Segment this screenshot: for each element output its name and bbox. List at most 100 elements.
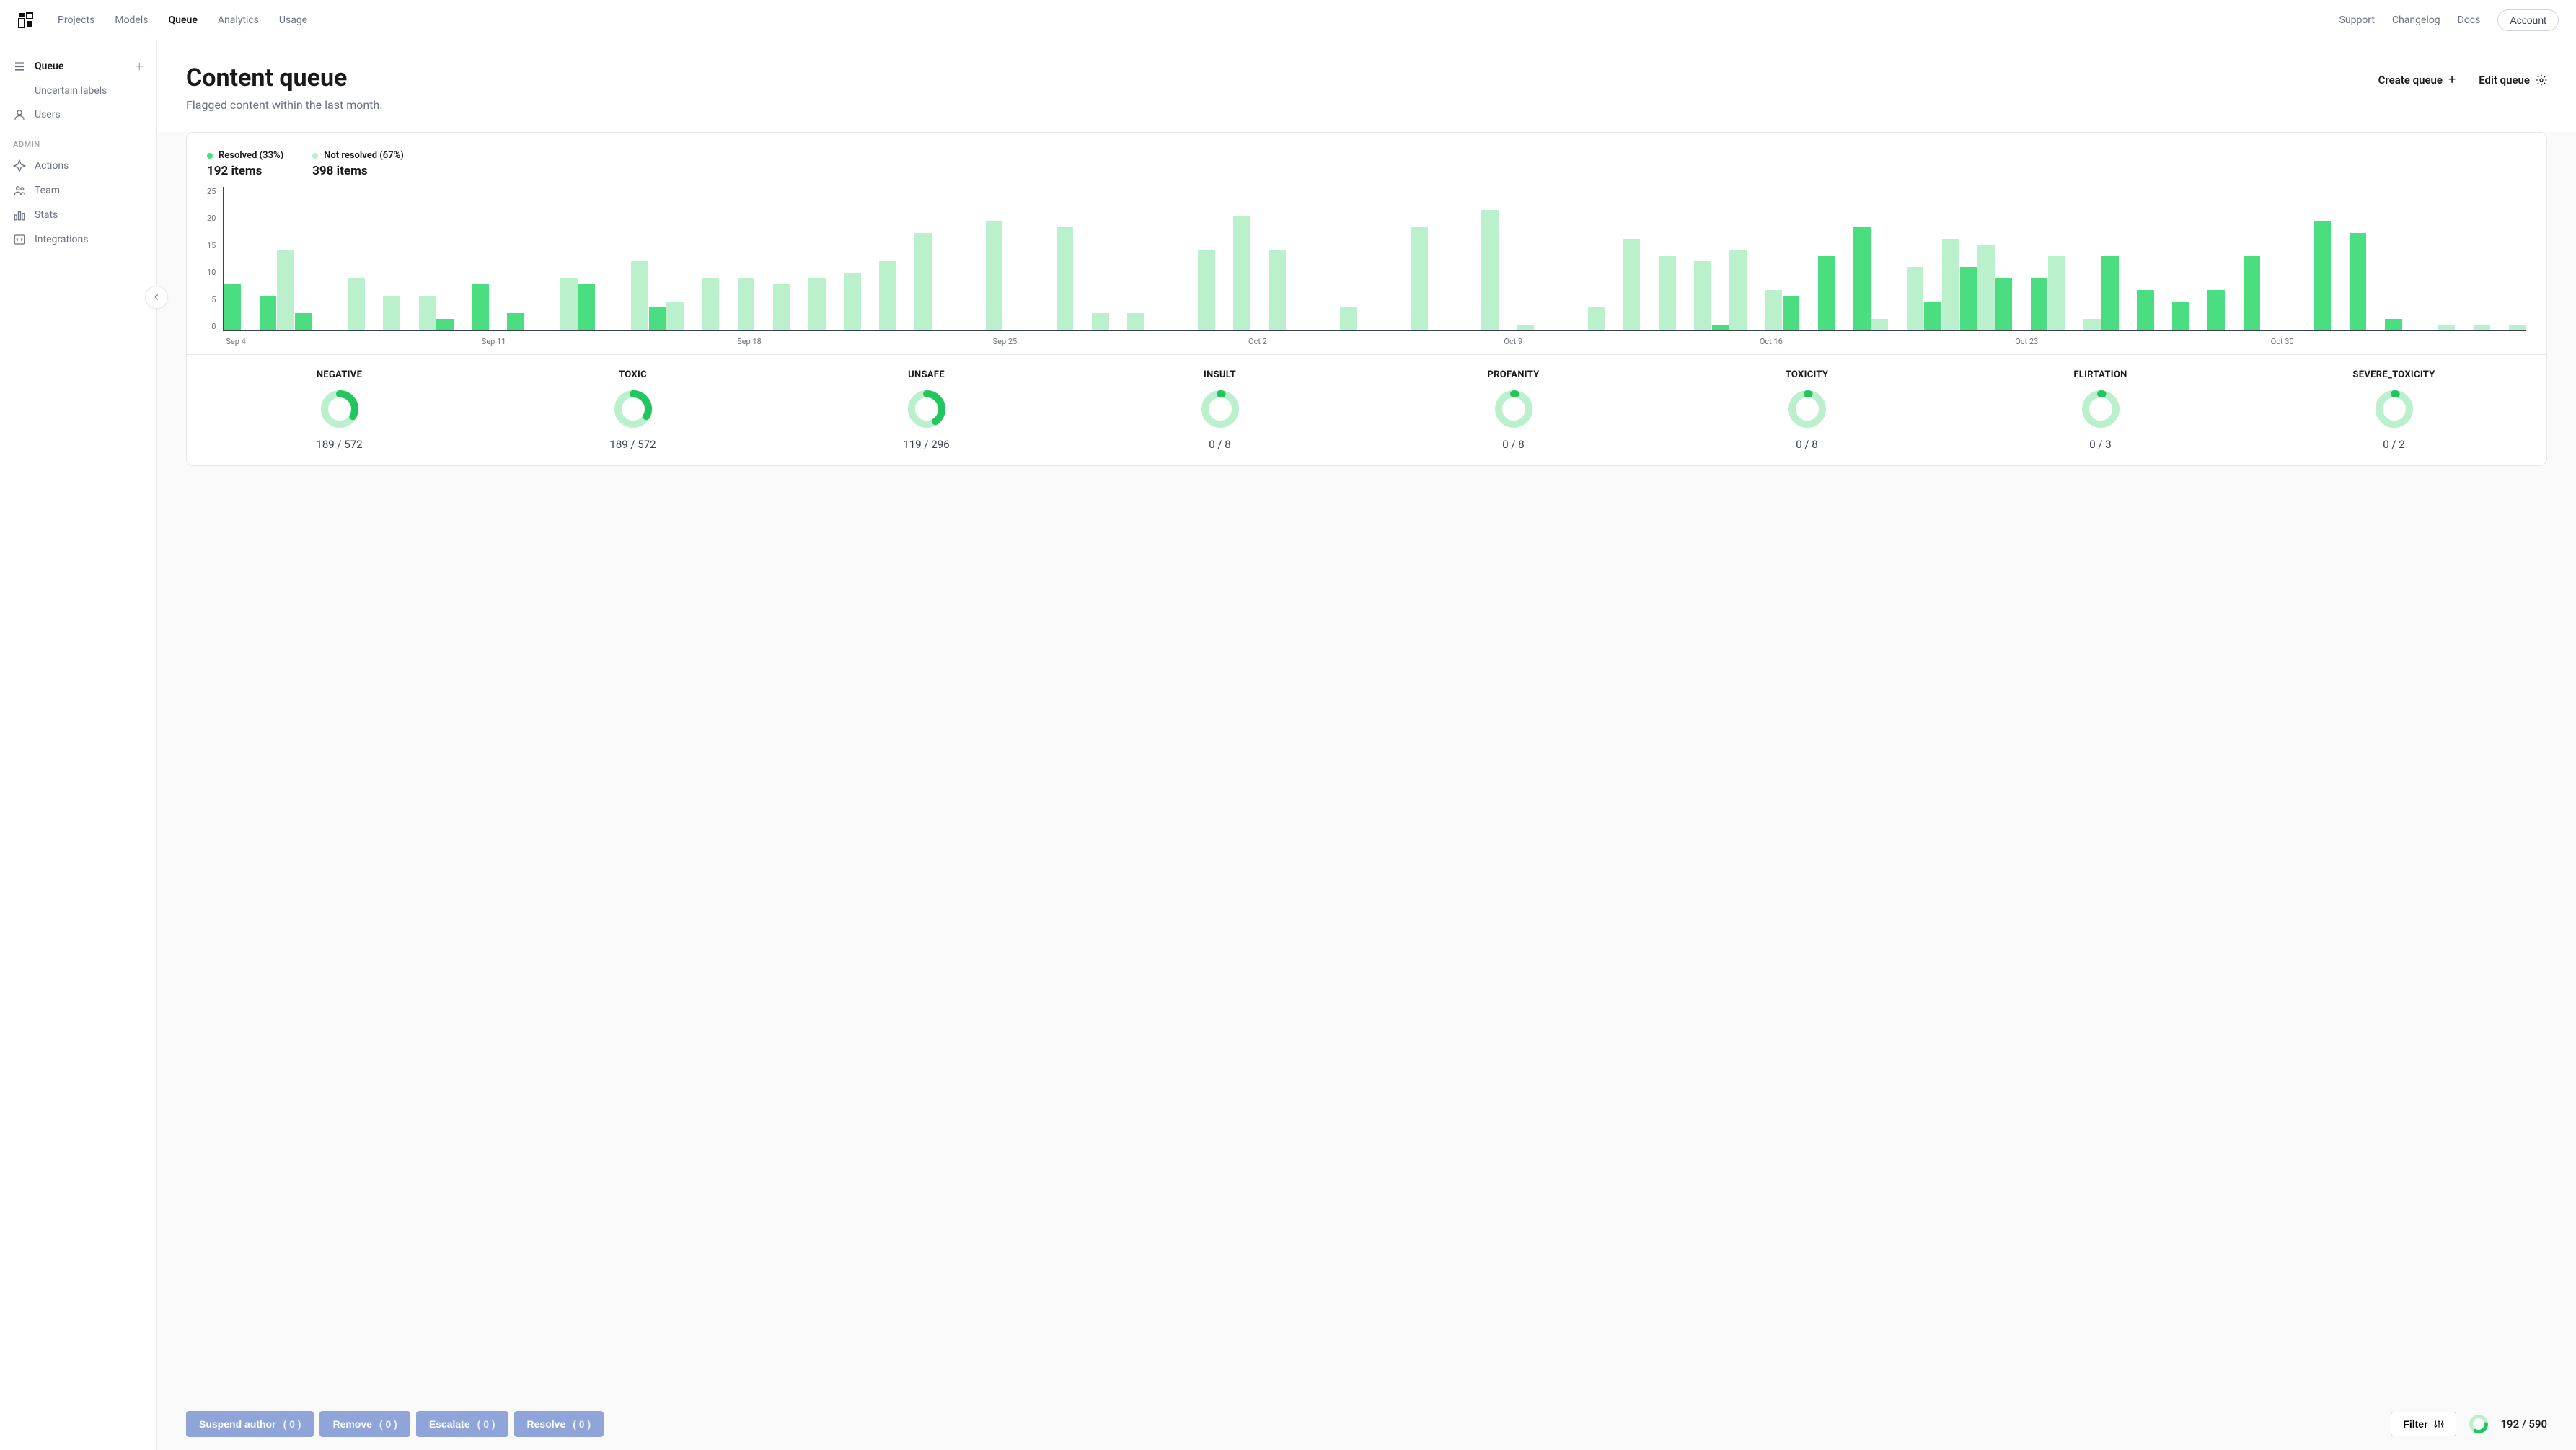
sidebar-queue-header[interactable]: Queue + xyxy=(0,53,156,79)
topnav-link-analytics[interactable]: Analytics xyxy=(218,14,259,26)
filter-button[interactable]: Filter xyxy=(2391,1412,2456,1436)
bar-group xyxy=(2207,187,2242,330)
topnav-link-projects[interactable]: Projects xyxy=(58,14,94,26)
bar-group xyxy=(295,187,330,330)
category-count: 0 / 8 xyxy=(1372,438,1654,451)
bar-group xyxy=(1605,187,1640,330)
bar-group xyxy=(1783,187,1817,330)
bar-group xyxy=(826,187,861,330)
bar-group xyxy=(1074,187,1108,330)
bar-group xyxy=(578,187,613,330)
category-profanity[interactable]: PROFANITY 0 / 8 xyxy=(1367,369,1660,451)
sidebar-item-team[interactable]: Team xyxy=(0,178,156,203)
bar-group xyxy=(1712,187,1747,330)
topnav-link-changelog[interactable]: Changelog xyxy=(2392,14,2440,26)
escalate-button[interactable]: Escalate( 0 ) xyxy=(416,1411,508,1437)
bar-group xyxy=(2350,187,2384,330)
bar-group xyxy=(1570,187,1605,330)
category-toxicity[interactable]: TOXICITY 0 / 8 xyxy=(1660,369,1954,451)
create-queue-button[interactable]: Create queue + xyxy=(2378,72,2456,87)
sidebar: Queue + Uncertain labelsUsers ADMIN Acti… xyxy=(0,40,157,1450)
topnav-link-models[interactable]: Models xyxy=(115,14,148,26)
bar-group xyxy=(1287,187,1321,330)
bar-group xyxy=(1145,187,1180,330)
main-content: Content queue Flagged content within the… xyxy=(157,40,2576,1450)
category-toxic[interactable]: TOXIC 189 / 572 xyxy=(486,369,780,451)
suspend-author-button[interactable]: Suspend author( 0 ) xyxy=(186,1411,314,1437)
category-label: INSULT xyxy=(1079,369,1361,380)
category-row: NEGATIVE 189 / 572TOXIC 189 / 572UNSAFE … xyxy=(187,354,2546,465)
plus-icon[interactable]: + xyxy=(136,58,144,75)
sidebar-item-stats[interactable]: Stats xyxy=(0,203,156,227)
topnav-links: Projects Models Queue Analytics Usage xyxy=(58,14,307,26)
bar-group xyxy=(472,187,506,330)
chart-area: 2520151050 Sep 4Sep 11Sep 18Sep 25Oct 2O… xyxy=(187,187,2546,354)
category-severe_toxicity[interactable]: SEVERE_TOXICITY 0 / 2 xyxy=(2247,369,2541,451)
bar-group xyxy=(862,187,896,330)
sidebar-item-label: Integrations xyxy=(35,234,88,245)
cursor-icon xyxy=(13,159,26,172)
donut-icon xyxy=(908,390,945,428)
bar-group xyxy=(1535,187,1569,330)
bar-group xyxy=(684,187,719,330)
bar-group xyxy=(2314,187,2349,330)
total-donut-icon xyxy=(2469,1415,2488,1433)
topnav-link-usage[interactable]: Usage xyxy=(279,14,307,26)
bar-group xyxy=(2491,187,2526,330)
sidebar-item-actions[interactable]: Actions xyxy=(0,154,156,178)
bar-group xyxy=(366,187,400,330)
bar-group xyxy=(932,187,967,330)
team-icon xyxy=(13,184,26,197)
category-count: 119 / 296 xyxy=(785,438,1067,451)
resolve-button[interactable]: Resolve( 0 ) xyxy=(514,1411,604,1437)
bar-group xyxy=(260,187,294,330)
bar-group xyxy=(614,187,648,330)
bottom-bar: Suspend author( 0 )Remove( 0 )Escalate( … xyxy=(157,1398,2576,1450)
sidebar-item-uncertain-labels[interactable]: Uncertain labels xyxy=(0,79,156,102)
bar-group xyxy=(1393,187,1428,330)
category-unsafe[interactable]: UNSAFE 119 / 296 xyxy=(780,369,1073,451)
logo-icon xyxy=(17,12,35,29)
chart-legend: Resolved (33%) 192 items Not resolved (6… xyxy=(207,150,2526,178)
topnav-link-support[interactable]: Support xyxy=(2339,14,2375,26)
category-label: UNSAFE xyxy=(785,369,1067,380)
category-count: 0 / 3 xyxy=(1959,438,2241,451)
bar-group xyxy=(224,187,258,330)
bar-group xyxy=(2244,187,2278,330)
code-icon xyxy=(13,233,26,246)
bar-group xyxy=(2101,187,2136,330)
category-count: 0 / 8 xyxy=(1666,438,1948,451)
user-icon xyxy=(13,108,26,121)
bar-group xyxy=(2385,187,2420,330)
edit-queue-button[interactable]: Edit queue xyxy=(2479,74,2547,87)
bar-group xyxy=(330,187,365,330)
topnav-link-docs[interactable]: Docs xyxy=(2458,14,2481,26)
donut-icon xyxy=(2376,390,2413,428)
category-label: NEGATIVE xyxy=(198,369,480,380)
bar-group xyxy=(1995,187,2030,330)
category-negative[interactable]: NEGATIVE 189 / 572 xyxy=(193,369,486,451)
sidebar-item-users[interactable]: Users xyxy=(0,102,156,127)
y-axis: 2520151050 xyxy=(207,187,223,331)
bar-group xyxy=(1003,187,1038,330)
category-label: SEVERE_TOXICITY xyxy=(2253,369,2535,380)
bar-group xyxy=(1357,187,1392,330)
bar-group xyxy=(1677,187,1711,330)
category-label: TOXICITY xyxy=(1666,369,1948,380)
bar-group xyxy=(720,187,754,330)
account-button[interactable]: Account xyxy=(2497,9,2559,31)
donut-icon xyxy=(1495,390,1532,428)
legend-unresolved: Not resolved (67%) 398 items xyxy=(312,150,404,178)
category-flirtation[interactable]: FLIRTATION 0 / 3 xyxy=(1954,369,2247,451)
page-subtitle: Flagged content within the last month. xyxy=(186,98,2378,112)
bar-group xyxy=(1216,187,1250,330)
bar-group xyxy=(649,187,684,330)
sidebar-item-integrations[interactable]: Integrations xyxy=(0,227,156,252)
gear-icon xyxy=(2536,74,2547,86)
category-insult[interactable]: INSULT 0 / 8 xyxy=(1073,369,1367,451)
sidebar-item-label: Team xyxy=(35,185,60,196)
collapse-sidebar-button[interactable] xyxy=(145,286,168,309)
topnav-link-queue[interactable]: Queue xyxy=(169,14,198,26)
x-axis: Sep 4Sep 11Sep 18Sep 25Oct 2Oct 9Oct 16O… xyxy=(223,337,2526,346)
remove-button[interactable]: Remove( 0 ) xyxy=(319,1411,410,1437)
